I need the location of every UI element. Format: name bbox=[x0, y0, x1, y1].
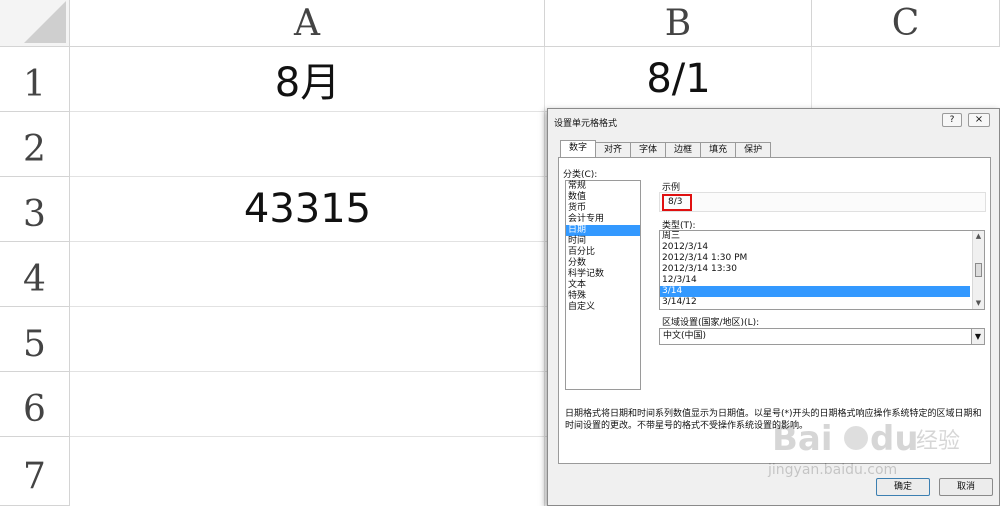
category-label: 分类(C): bbox=[563, 170, 598, 180]
cell-a3[interactable]: 43315 bbox=[70, 177, 545, 241]
row-header-6[interactable]: 6 bbox=[0, 372, 70, 437]
type-item[interactable]: 周三 bbox=[660, 231, 970, 242]
scroll-down-icon[interactable]: ▼ bbox=[973, 298, 984, 309]
select-all-corner[interactable] bbox=[0, 0, 70, 47]
column-header-b[interactable]: B bbox=[545, 0, 812, 47]
help-button[interactable]: ? bbox=[942, 113, 962, 127]
category-item[interactable]: 特殊 bbox=[566, 291, 640, 302]
row-header-3[interactable]: 3 bbox=[0, 177, 70, 242]
locale-label: 区域设置(国家/地区)(L): bbox=[662, 318, 760, 328]
type-item[interactable]: 3/14/12 bbox=[660, 297, 970, 308]
type-list[interactable]: 周三 2012/3/14 2012/3/14 1:30 PM 2012/3/14… bbox=[659, 230, 985, 310]
close-button[interactable]: × bbox=[968, 113, 990, 127]
type-item-selected[interactable]: 3/14 bbox=[660, 286, 970, 297]
tab-protection[interactable]: 保护 bbox=[735, 142, 772, 157]
row-header-4[interactable]: 4 bbox=[0, 242, 70, 307]
category-item[interactable]: 百分比 bbox=[566, 247, 640, 258]
sample-value: 8/3 bbox=[662, 194, 692, 211]
type-item[interactable]: 2012/3/14 1:30 PM bbox=[660, 253, 970, 264]
type-list-scrollbar[interactable]: ▲ ▼ bbox=[972, 231, 984, 309]
category-item[interactable]: 文本 bbox=[566, 280, 640, 291]
cell-b1[interactable]: 8/1 bbox=[545, 47, 812, 111]
dialog-title: 设置单元格格式 bbox=[554, 119, 618, 129]
category-item[interactable]: 时间 bbox=[566, 236, 640, 247]
row-header-2[interactable]: 2 bbox=[0, 112, 70, 177]
select-all-triangle-icon bbox=[24, 1, 66, 43]
tab-border[interactable]: 边框 bbox=[665, 142, 702, 157]
dialog-tabs: 数字 对齐 字体 边框 填充 保护 bbox=[560, 140, 772, 157]
format-cells-dialog: 设置单元格格式 ? × 数字 对齐 字体 边框 填充 保护 分类(C): 常规 … bbox=[547, 108, 1000, 506]
tab-alignment[interactable]: 对齐 bbox=[595, 142, 632, 157]
scroll-thumb[interactable] bbox=[975, 263, 982, 277]
type-item[interactable]: 12/3/14 bbox=[660, 275, 970, 286]
tab-fill[interactable]: 填充 bbox=[700, 142, 737, 157]
ok-button[interactable]: 确定 bbox=[876, 478, 930, 496]
scroll-up-icon[interactable]: ▲ bbox=[973, 231, 984, 242]
type-item[interactable]: 2012/3/14 13:30 bbox=[660, 264, 970, 275]
category-item[interactable]: 分数 bbox=[566, 258, 640, 269]
row-header-5[interactable]: 5 bbox=[0, 307, 70, 372]
row-header-1[interactable]: 1 bbox=[0, 47, 70, 112]
locale-select[interactable]: 中文(中国) ▼ bbox=[659, 328, 985, 345]
row-header-7[interactable]: 7 bbox=[0, 437, 70, 506]
category-item-selected[interactable]: 日期 bbox=[566, 225, 640, 236]
cell-a1[interactable]: 8月 bbox=[70, 47, 545, 111]
column-header-c[interactable]: C bbox=[812, 0, 1000, 47]
sample-box: 8/3 bbox=[659, 192, 986, 212]
column-header-a[interactable]: A bbox=[70, 0, 545, 47]
type-item[interactable]: 2012/3/14 bbox=[660, 242, 970, 253]
watermark-url: jingyan.baidu.com bbox=[768, 462, 898, 478]
category-list[interactable]: 常规 数值 货币 会计专用 日期 时间 百分比 分数 科学记数 文本 特殊 自定… bbox=[565, 180, 641, 390]
chevron-down-icon[interactable]: ▼ bbox=[971, 329, 984, 344]
tab-number[interactable]: 数字 bbox=[560, 140, 597, 157]
category-item[interactable]: 数值 bbox=[566, 192, 640, 203]
number-tab-panel: 分类(C): 常规 数值 货币 会计专用 日期 时间 百分比 分数 科学记数 文… bbox=[558, 157, 991, 464]
category-item[interactable]: 自定义 bbox=[566, 302, 640, 313]
category-item[interactable]: 货币 bbox=[566, 203, 640, 214]
cancel-button[interactable]: 取消 bbox=[939, 478, 993, 496]
category-item[interactable]: 科学记数 bbox=[566, 269, 640, 280]
category-item[interactable]: 常规 bbox=[566, 181, 640, 192]
format-description: 日期格式将日期和时间系列数值显示为日期值。以星号(*)开头的日期格式响应操作系统… bbox=[565, 409, 982, 431]
tab-font[interactable]: 字体 bbox=[630, 142, 667, 157]
category-item[interactable]: 会计专用 bbox=[566, 214, 640, 225]
gridline bbox=[544, 47, 545, 506]
locale-value: 中文(中国) bbox=[663, 331, 707, 341]
